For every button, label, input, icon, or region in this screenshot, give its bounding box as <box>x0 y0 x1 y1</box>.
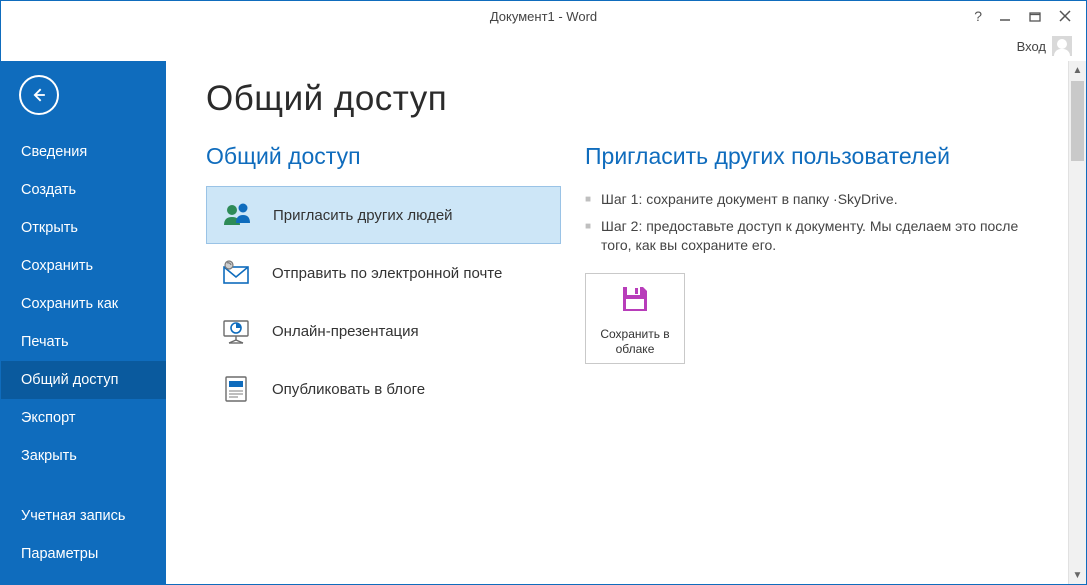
nav-item-save[interactable]: Сохранить <box>1 247 166 285</box>
nav-item-saveas[interactable]: Сохранить как <box>1 285 166 323</box>
share-option-label: Отправить по электронной почте <box>272 265 502 282</box>
titlebar: Документ1 - Word ? <box>1 1 1086 31</box>
nav-item-info[interactable]: Сведения <box>1 133 166 171</box>
invite-heading: Пригласить других пользователей <box>585 143 1036 170</box>
scroll-down-icon[interactable]: ▼ <box>1069 566 1086 584</box>
main-area: Общий доступ Общий доступ <box>166 61 1086 584</box>
nav-item-new[interactable]: Создать <box>1 171 166 209</box>
floppy-icon <box>618 282 652 321</box>
share-option-email[interactable]: Отправить по электронной почте <box>206 244 561 302</box>
save-to-cloud-button[interactable]: Сохранить в облаке <box>585 273 685 364</box>
nav-item-export[interactable]: Экспорт <box>1 399 166 437</box>
share-option-label: Пригласить других людей <box>273 207 453 224</box>
signin-link[interactable]: Вход <box>1017 39 1046 54</box>
save-to-cloud-label: Сохранить в облаке <box>592 327 678 357</box>
nav-item-account[interactable]: Учетная запись <box>1 497 166 535</box>
minimize-button[interactable] <box>998 9 1012 23</box>
invite-steps: Шаг 1: сохраните документ в папку ·SkyDr… <box>585 190 1036 255</box>
share-option-invite[interactable]: Пригласить других людей <box>206 186 561 244</box>
avatar-icon[interactable] <box>1052 36 1072 56</box>
people-icon <box>219 197 255 233</box>
share-option-label: Опубликовать в блоге <box>272 381 425 398</box>
page-title: Общий доступ <box>206 79 1036 119</box>
scroll-track[interactable] <box>1069 79 1086 566</box>
window-title: Документ1 - Word <box>1 9 1086 24</box>
invite-step-2: Шаг 2: предоставьте доступ к документу. … <box>585 217 1036 255</box>
nav-item-close[interactable]: Закрыть <box>1 437 166 475</box>
scroll-up-icon[interactable]: ▲ <box>1069 61 1086 79</box>
vertical-scrollbar[interactable]: ▲ ▼ <box>1068 61 1086 584</box>
backstage-sidebar: Сведения Создать Открыть Сохранить Сохра… <box>1 61 166 584</box>
help-icon[interactable]: ? <box>974 8 982 24</box>
nav-item-options[interactable]: Параметры <box>1 535 166 573</box>
restore-button[interactable] <box>1028 9 1042 23</box>
share-option-presentation[interactable]: Онлайн-презентация <box>206 302 561 360</box>
word-backstage: Документ1 - Word ? Вход Сведения Создать… <box>0 0 1087 585</box>
share-option-label: Онлайн-презентация <box>272 323 419 340</box>
close-button[interactable] <box>1058 9 1072 23</box>
share-heading: Общий доступ <box>206 143 561 170</box>
signin-row: Вход <box>1 31 1086 61</box>
scroll-thumb[interactable] <box>1071 81 1084 161</box>
nav-item-open[interactable]: Открыть <box>1 209 166 247</box>
share-option-blog[interactable]: Опубликовать в блоге <box>206 360 561 418</box>
presentation-icon <box>218 313 254 349</box>
blog-icon <box>218 371 254 407</box>
back-button[interactable] <box>19 75 59 115</box>
nav-item-share[interactable]: Общий доступ <box>1 361 166 399</box>
invite-step-1: Шаг 1: сохраните документ в папку ·SkyDr… <box>585 190 1036 209</box>
nav-item-print[interactable]: Печать <box>1 323 166 361</box>
email-icon <box>218 255 254 291</box>
